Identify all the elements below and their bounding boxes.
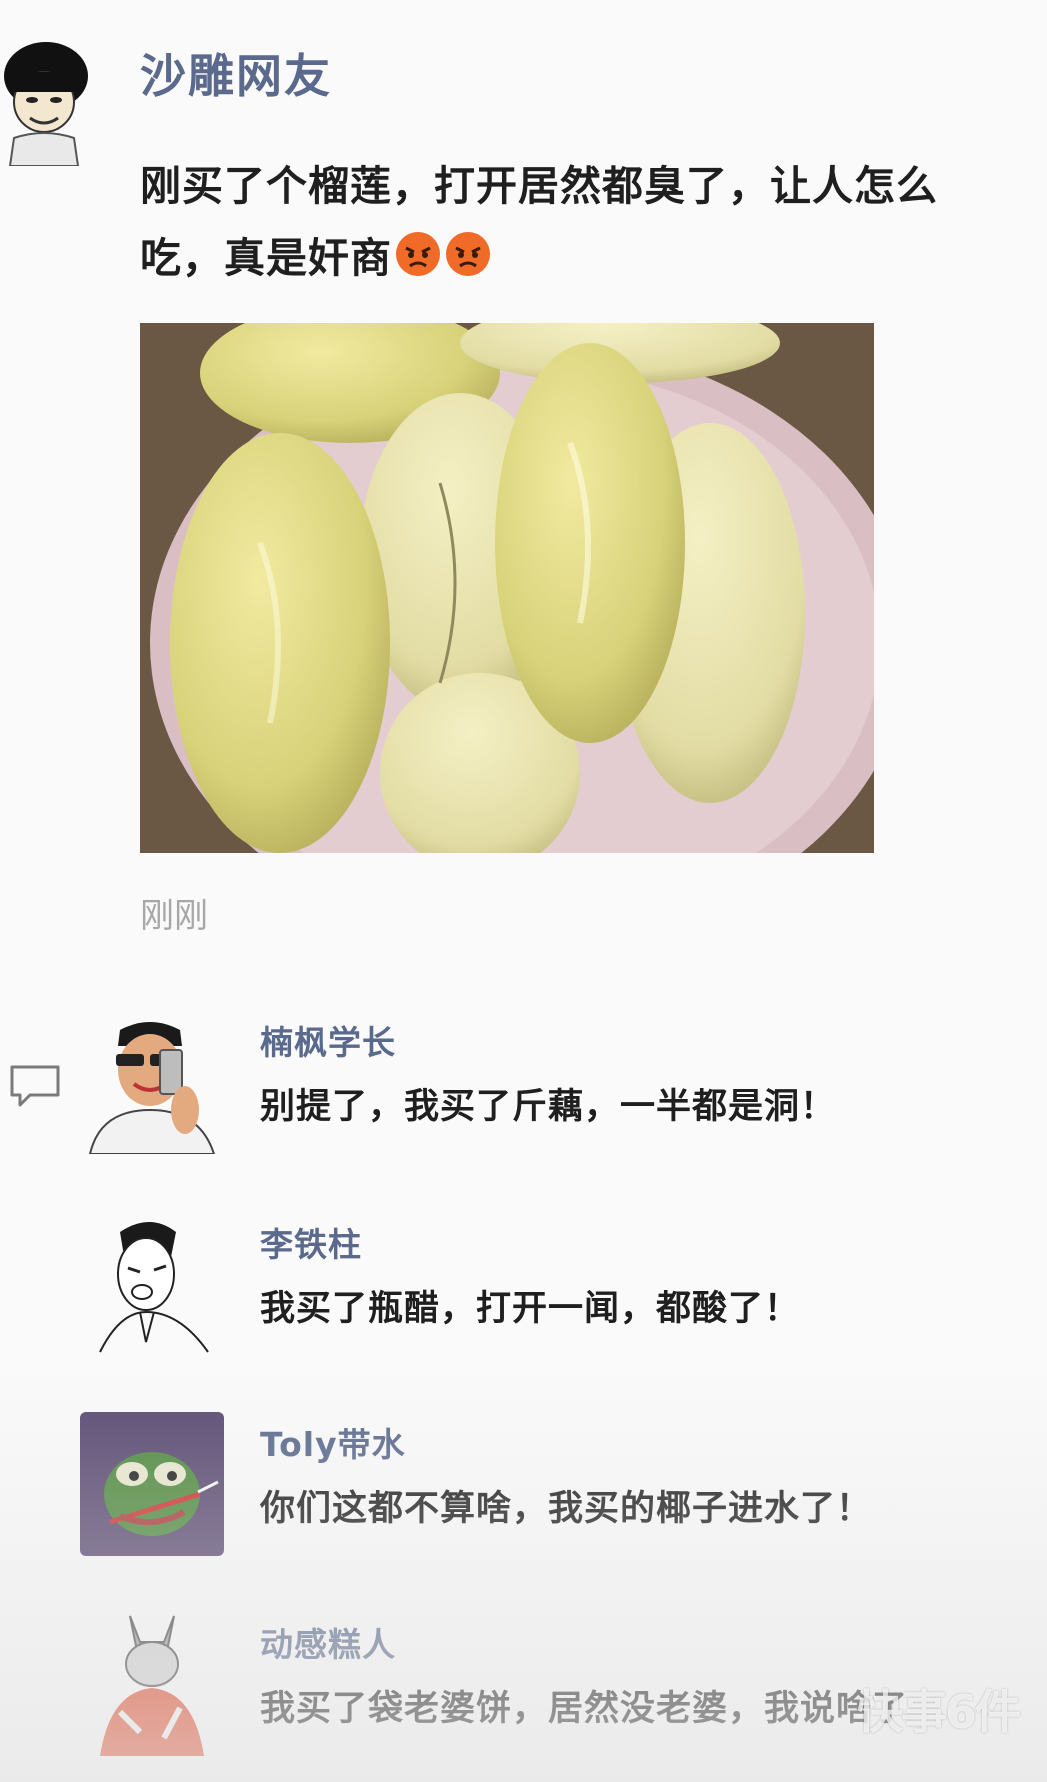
post-text-line-2: 吃，真是奸商	[140, 222, 1047, 294]
watermark: 快事6件	[856, 1685, 1021, 1739]
comment-text: 我买了袋老婆饼，居然没老婆，我说啥了	[260, 1689, 909, 1729]
comment-item: 李铁柱 我买了瓶醋，打开一闻，都酸了！	[80, 1212, 1020, 1362]
pepe-frog-avatar[interactable]	[80, 1412, 224, 1556]
comment-author-name[interactable]: 动感糕人	[260, 1618, 396, 1666]
comment-item: Toly带水 你们这都不算啥，我买的椰子进水了！	[80, 1412, 1020, 1562]
comment-text: 别提了，我买了斤藕，一半都是洞！	[260, 1087, 837, 1127]
post-author-avatar[interactable]	[0, 38, 92, 166]
angry-face-icon	[446, 232, 490, 276]
sketch-guy-avatar[interactable]	[80, 1212, 224, 1356]
cartoon-character-avatar[interactable]	[80, 1612, 224, 1756]
selfie-guy-avatar[interactable]	[80, 1010, 224, 1154]
comment-text: 我买了瓶醋，打开一闻，都酸了！	[260, 1289, 801, 1329]
comment-icon[interactable]	[8, 1063, 62, 1109]
comment-author-name[interactable]: 楠枫学长	[260, 1016, 396, 1064]
post-text-line-2-text: 吃，真是奸商	[140, 234, 392, 282]
comment-text: 你们这都不算啥，我买的椰子进水了！	[260, 1489, 873, 1529]
angry-face-icon	[396, 232, 440, 276]
post-photo-durian[interactable]	[140, 323, 874, 853]
post-text-line-1: 刚买了个榴莲，打开居然都臭了，让人怎么	[140, 162, 938, 210]
comment-item: 楠枫学长 别提了，我买了斤藕，一半都是洞！	[80, 1010, 1020, 1160]
post-author-name[interactable]: 沙雕网友	[140, 40, 332, 106]
comment-author-name[interactable]: Toly带水	[260, 1418, 406, 1466]
comment-author-name[interactable]: 李铁柱	[260, 1218, 362, 1266]
post-timestamp: 刚刚	[140, 896, 208, 936]
post-content: 刚买了个榴莲，打开居然都臭了，让人怎么 吃，真是奸商	[140, 150, 1047, 294]
